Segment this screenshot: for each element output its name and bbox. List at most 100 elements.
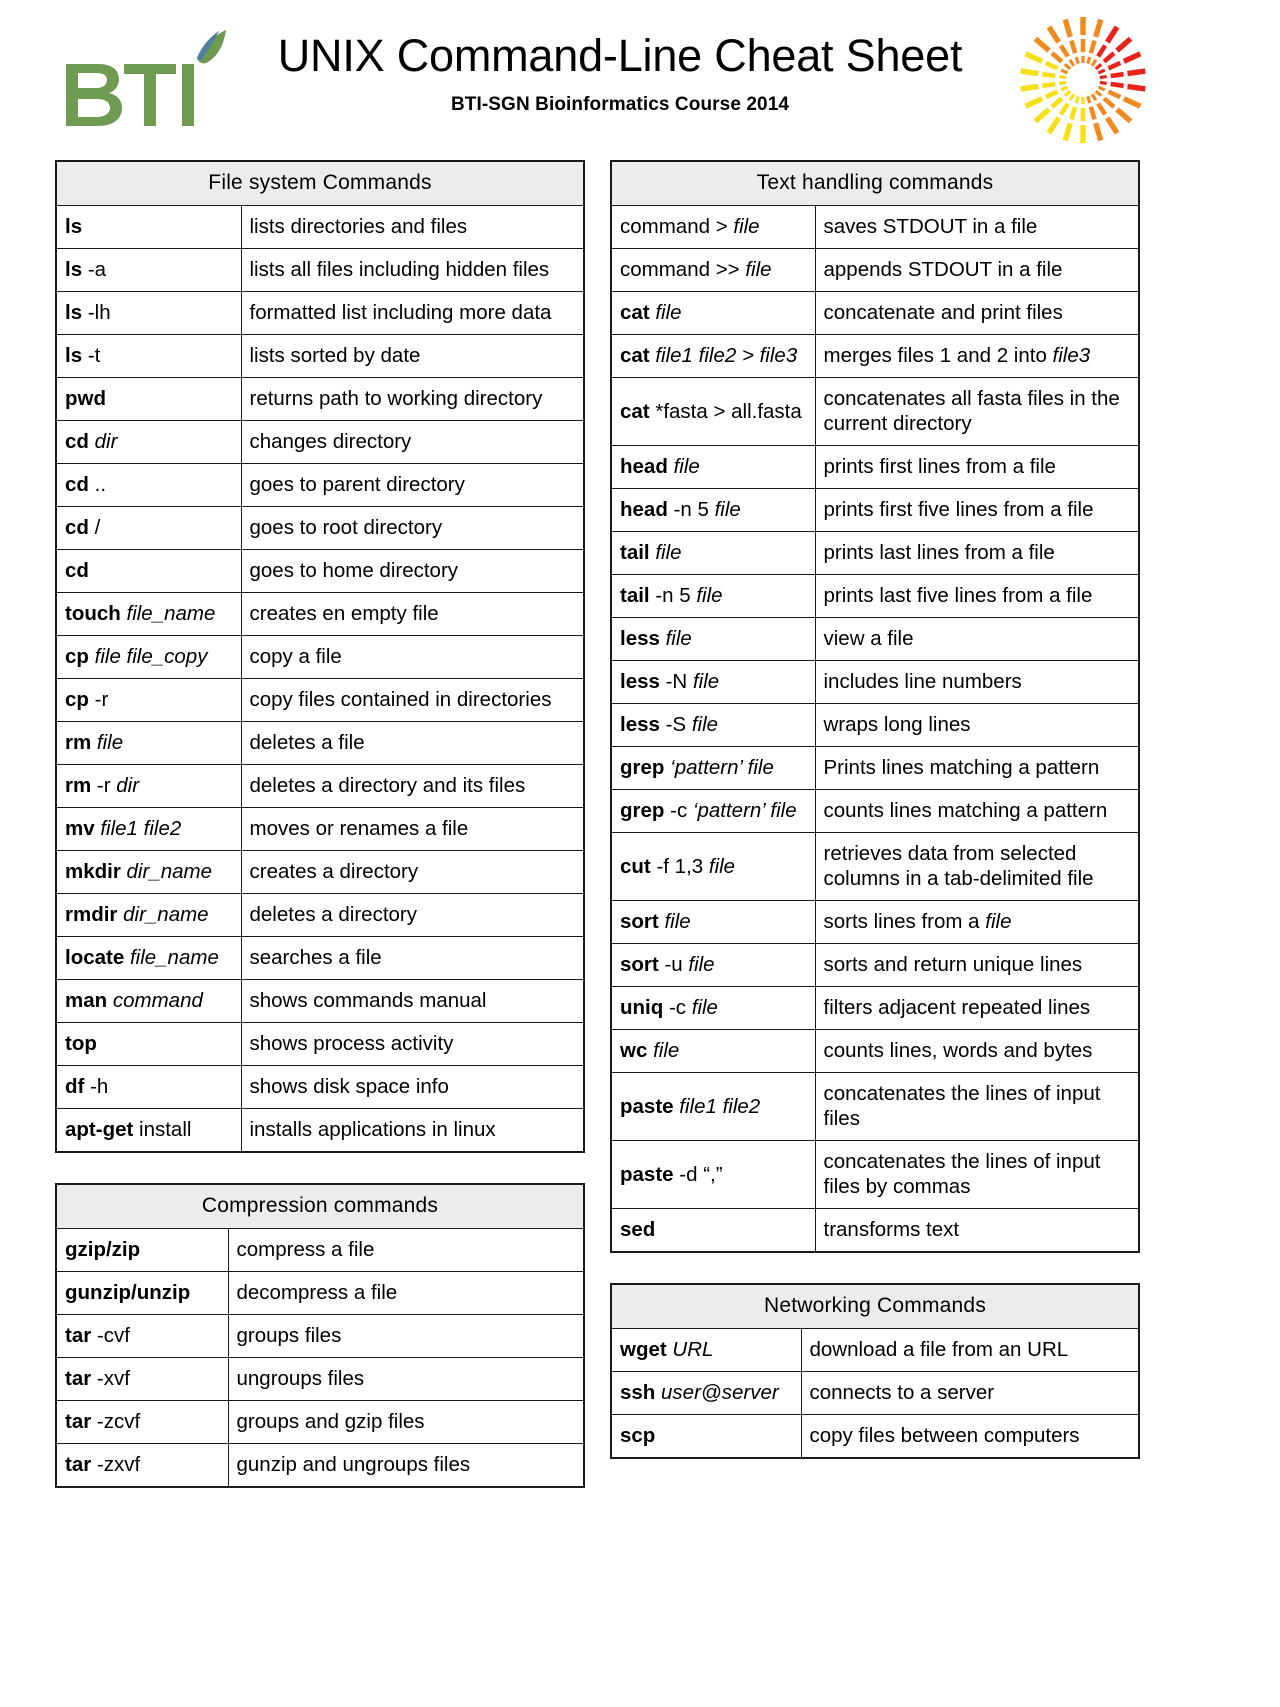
table-row: grep -c ‘pattern’ file counts lines match… <box>610 789 1140 833</box>
command-cell: cat file1 file2 > file3 <box>610 334 816 378</box>
table-row: ls -lh formatted list including more data <box>55 291 585 335</box>
table-row: less -N file includes line numbers <box>610 660 1140 704</box>
table-row: rmdir dir_name deletes a directory <box>55 893 585 937</box>
command-cell: cat file <box>610 291 816 335</box>
description-cell: groups files <box>227 1314 585 1358</box>
description-cell: deletes a file <box>240 721 585 765</box>
table-title: Compression commands <box>55 1183 585 1229</box>
table-row: grep ‘pattern’ file Prints lines matching… <box>610 746 1140 790</box>
table-row: cat *fasta > all.fasta concatenates all f… <box>610 377 1140 446</box>
description-cell: transforms text <box>814 1208 1140 1253</box>
command-cell: locate file_name <box>55 936 242 980</box>
description-cell: copy a file <box>240 635 585 679</box>
table-row: head -n 5 file prints first five lines fr… <box>610 488 1140 532</box>
command-cell: cp file file_copy <box>55 635 242 679</box>
description-cell: returns path to working directory <box>240 377 585 421</box>
description-cell: sorts and return unique lines <box>814 943 1140 987</box>
description-cell: filters adjacent repeated lines <box>814 986 1140 1030</box>
command-cell: sort file <box>610 900 816 944</box>
command-cell: cd dir <box>55 420 242 464</box>
description-cell: concatenates the lines of input files <box>814 1072 1140 1141</box>
description-cell: decompress a file <box>227 1271 585 1315</box>
table-row: tar -cvf groups files <box>55 1314 585 1358</box>
description-cell: copy files contained in directories <box>240 678 585 722</box>
table-text-handling-commands: Text handling commands command > file save… <box>610 160 1140 1253</box>
description-cell: lists directories and files <box>240 205 585 249</box>
command-cell: less file <box>610 617 816 661</box>
description-cell: shows disk space info <box>240 1065 585 1109</box>
command-cell: rm file <box>55 721 242 765</box>
table-row: sed transforms text <box>610 1208 1140 1253</box>
command-cell: apt-get install <box>55 1108 242 1153</box>
table-row: command > file saves STDOUT in a file <box>610 205 1140 249</box>
command-cell: tar -zcvf <box>55 1400 229 1444</box>
table-row: pwd returns path to working directory <box>55 377 585 421</box>
table-title: Networking Commands <box>610 1283 1140 1329</box>
command-cell: grep ‘pattern’ file <box>610 746 816 790</box>
table-row: cd .. goes to parent directory <box>55 463 585 507</box>
description-cell: concatenates all fasta files in the curr… <box>814 377 1140 446</box>
description-cell: Prints lines matching a pattern <box>814 746 1140 790</box>
table-row: sort file sorts lines from a file <box>610 900 1140 944</box>
description-cell: connects to a server <box>800 1371 1140 1415</box>
table-row: gzip/zip compress a file <box>55 1228 585 1272</box>
table-row: wget URL download a file from an URL <box>610 1328 1140 1372</box>
description-cell: lists sorted by date <box>240 334 585 378</box>
description-cell: deletes a directory <box>240 893 585 937</box>
description-cell: searches a file <box>240 936 585 980</box>
description-cell: groups and gzip files <box>227 1400 585 1444</box>
command-cell: gunzip/unzip <box>55 1271 229 1315</box>
description-cell: retrieves data from selected columns in … <box>814 832 1140 901</box>
description-cell: download a file from an URL <box>800 1328 1140 1372</box>
command-cell: head -n 5 file <box>610 488 816 532</box>
description-cell: saves STDOUT in a file <box>814 205 1140 249</box>
table-compression-commands: Compression commands gzip/zip compress a f… <box>55 1183 585 1488</box>
page-subtitle: BTI-SGN Bioinformatics Course 2014 <box>450 93 790 115</box>
description-cell: prints first five lines from a file <box>814 488 1140 532</box>
table-networking-commands: Networking Commands wget URL download a fi… <box>610 1283 1140 1459</box>
command-cell: ls -lh <box>55 291 242 335</box>
table-row: tail file prints last lines from a file <box>610 531 1140 575</box>
command-cell: touch file_name <box>55 592 242 636</box>
description-cell: concatenate and print files <box>814 291 1140 335</box>
sunburst-logo <box>1008 8 1158 153</box>
description-cell: counts lines matching a pattern <box>814 789 1140 833</box>
table-row: uniq -c file filters adjacent repeated li… <box>610 986 1140 1030</box>
description-cell: merges files 1 and 2 into file3 <box>814 334 1140 378</box>
table-row: tar -xvf ungroups files <box>55 1357 585 1401</box>
table-title: File system Commands <box>55 160 585 206</box>
page-header: UNIX Command-Line Cheat Sheet BTI-SGN Bi… <box>0 0 1280 150</box>
command-cell: tail -n 5 file <box>610 574 816 618</box>
table-row: cat file1 file2 > file3 merges files 1 an… <box>610 334 1140 378</box>
table-row: touch file_name creates en empty file <box>55 592 585 636</box>
command-cell: wc file <box>610 1029 816 1073</box>
table-header-row: File system Commands <box>55 160 585 206</box>
command-cell: top <box>55 1022 242 1066</box>
command-cell: mkdir dir_name <box>55 850 242 894</box>
description-cell: prints first lines from a file <box>814 445 1140 489</box>
command-cell: tail file <box>610 531 816 575</box>
table-row: paste -d “,” concatenates the lines of in… <box>610 1140 1140 1209</box>
command-cell: df -h <box>55 1065 242 1109</box>
left-column: File system Commands ls lists directories … <box>55 160 585 1518</box>
description-cell: prints last five lines from a file <box>814 574 1140 618</box>
command-cell: paste -d “,” <box>610 1140 816 1209</box>
description-cell: goes to parent directory <box>240 463 585 507</box>
command-cell: cd .. <box>55 463 242 507</box>
table-row: ls -a lists all files including hidden fi… <box>55 248 585 292</box>
description-cell: goes to home directory <box>240 549 585 593</box>
table-row: rm -r dir deletes a directory and its fil… <box>55 764 585 808</box>
command-cell: wget URL <box>610 1328 802 1372</box>
table-row: cd goes to home directory <box>55 549 585 593</box>
command-cell: cd / <box>55 506 242 550</box>
table-row: ssh user@server connects to a server <box>610 1371 1140 1415</box>
table-row: cp -r copy files contained in directories <box>55 678 585 722</box>
description-cell: shows commands manual <box>240 979 585 1023</box>
description-cell: view a file <box>814 617 1140 661</box>
command-cell: cat *fasta > all.fasta <box>610 377 816 446</box>
description-cell: includes line numbers <box>814 660 1140 704</box>
table-row: ls -t lists sorted by date <box>55 334 585 378</box>
command-cell: ls -t <box>55 334 242 378</box>
table-row: cut -f 1,3 file retrieves data from selec… <box>610 832 1140 901</box>
description-cell: formatted list including more data <box>240 291 585 335</box>
